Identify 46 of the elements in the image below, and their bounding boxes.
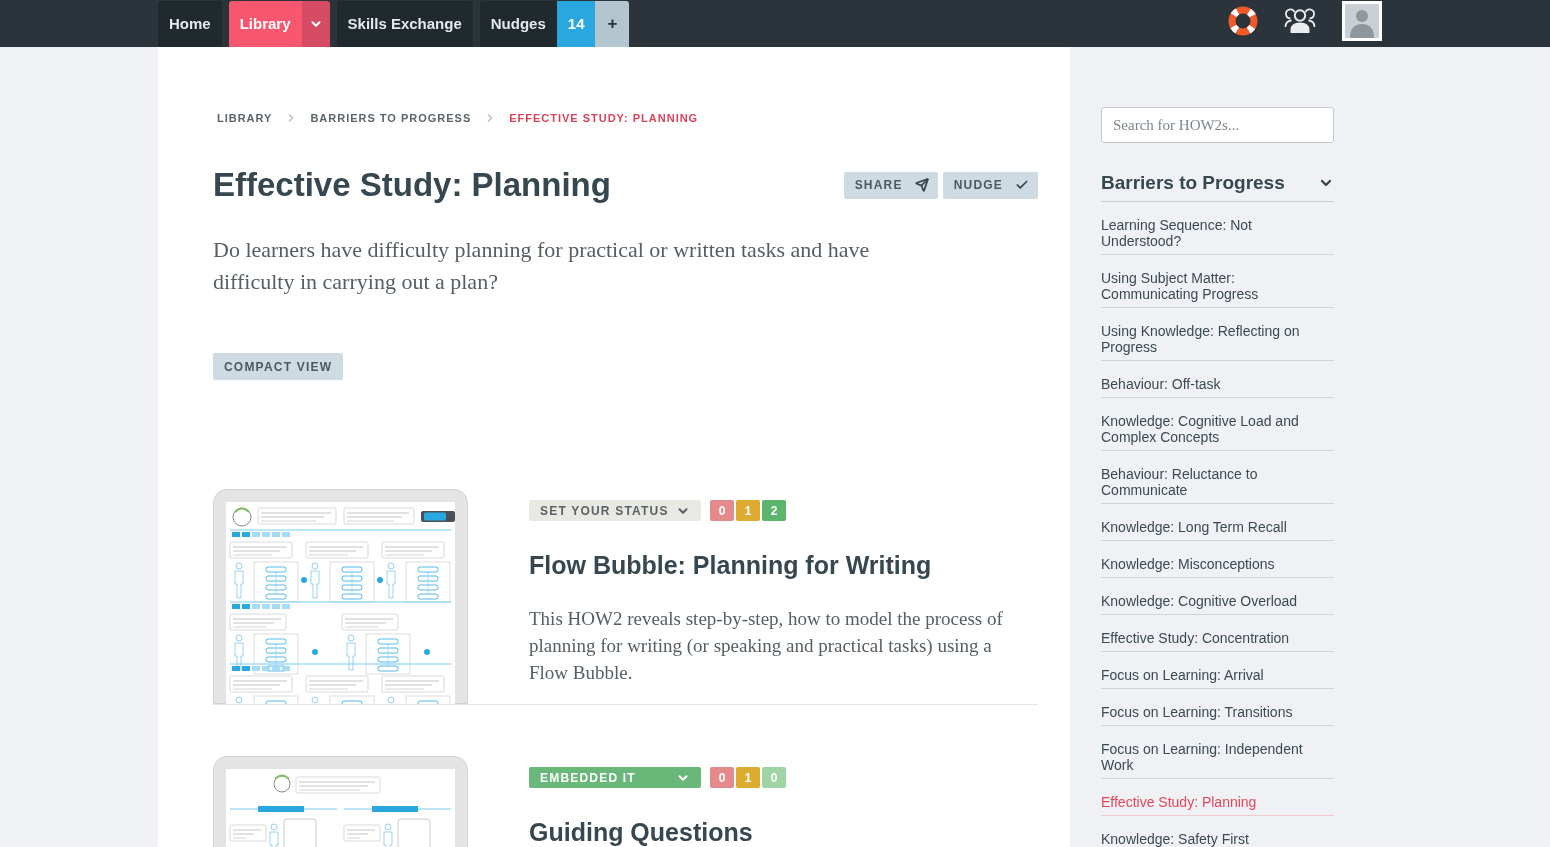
search-field[interactable]: Search for HOW2s... [1101,107,1334,143]
sidebar-link[interactable]: Effective Study: Planning [1101,779,1334,816]
sidebar-link[interactable]: Focus on Learning: Transitions [1101,689,1334,726]
share-button[interactable]: SHARE [843,171,938,199]
section-heading-button[interactable]: Barriers to Progress [1101,171,1334,202]
sidebar-link[interactable]: Using Subject Matter: Communicating Progress [1101,255,1334,308]
card-title[interactable]: Flow Bubble: Planning for Writing [529,551,1033,579]
sidebar-link[interactable]: Effective Study: Concentration [1101,615,1334,652]
count-badge: 14 [556,1,596,47]
status-dropdown[interactable]: SET YOUR STATUS [529,500,701,521]
people-icon[interactable] [1284,7,1316,34]
breadcrumb-link[interactable]: LIBRARY [217,110,273,126]
sidebar-link[interactable]: Knowledge: Long Term Recall [1101,504,1334,541]
card-description: This HOW2 reveals step-by-step, how to model the process of planning for writing (or speaking and practical tasks) using a Flow Bubble. [529,607,1004,685]
count-badge: 0 [710,500,734,521]
compact-view-button[interactable]: COMPACT VIEW [213,353,344,380]
sidebar-link[interactable]: Behaviour: Reluctance to Communicate [1101,451,1334,504]
count-badge: 0 [762,767,786,788]
nav-tab[interactable]: Home [158,1,222,47]
breadcrumb-link[interactable]: BARRIERS TO PROGRESS [310,110,472,126]
lifebuoy-icon[interactable] [1228,5,1258,36]
page-title: Effective Study: Planning [213,165,611,205]
count-badge: 2 [762,500,786,521]
sidebar-link[interactable]: Focus on Learning: Independent Work [1101,726,1334,779]
sidebar-link[interactable]: Knowledge: Misconceptions [1101,541,1334,578]
nudge-button[interactable]: NUDGE [942,171,1038,199]
sidebar-link[interactable]: Behaviour: Off-task [1101,361,1334,398]
page-description: Do learners have difficulty planning for practical or written tasks and have difficulty in carrying out a plan? [213,236,871,296]
count-badge: 1 [736,500,760,521]
paper-plane-icon [914,178,929,192]
nav-tab[interactable]: Nudges [479,1,557,47]
sidebar-link[interactable]: Knowledge: Cognitive Overload [1101,578,1334,615]
nav-tab[interactable]: Skills Exchange [336,1,473,47]
sidebar-link[interactable]: Knowledge: Safety First [1101,816,1334,847]
card-title[interactable]: Guiding Questions [529,818,1033,846]
check-icon [1015,178,1029,192]
sidebar-link[interactable]: Focus on Learning: Arrival [1101,652,1334,689]
count-badge: 0 [710,767,734,788]
thumbnail-frame[interactable] [213,489,468,704]
sidebar-link[interactable]: Using Knowledge: Reflecting on Progress [1101,308,1334,361]
add-button[interactable]: + [595,1,630,47]
avatar-silhouette-icon[interactable] [1342,0,1382,41]
sidebar-link[interactable]: Learning Sequence: Not Understood? [1101,202,1334,255]
sidebar-link[interactable]: Knowledge: Cognitive Load and Complex Concepts [1101,398,1334,451]
count-badge: 1 [736,767,760,788]
breadcrumb-link[interactable]: EFFECTIVE STUDY: PLANNING [509,110,699,126]
